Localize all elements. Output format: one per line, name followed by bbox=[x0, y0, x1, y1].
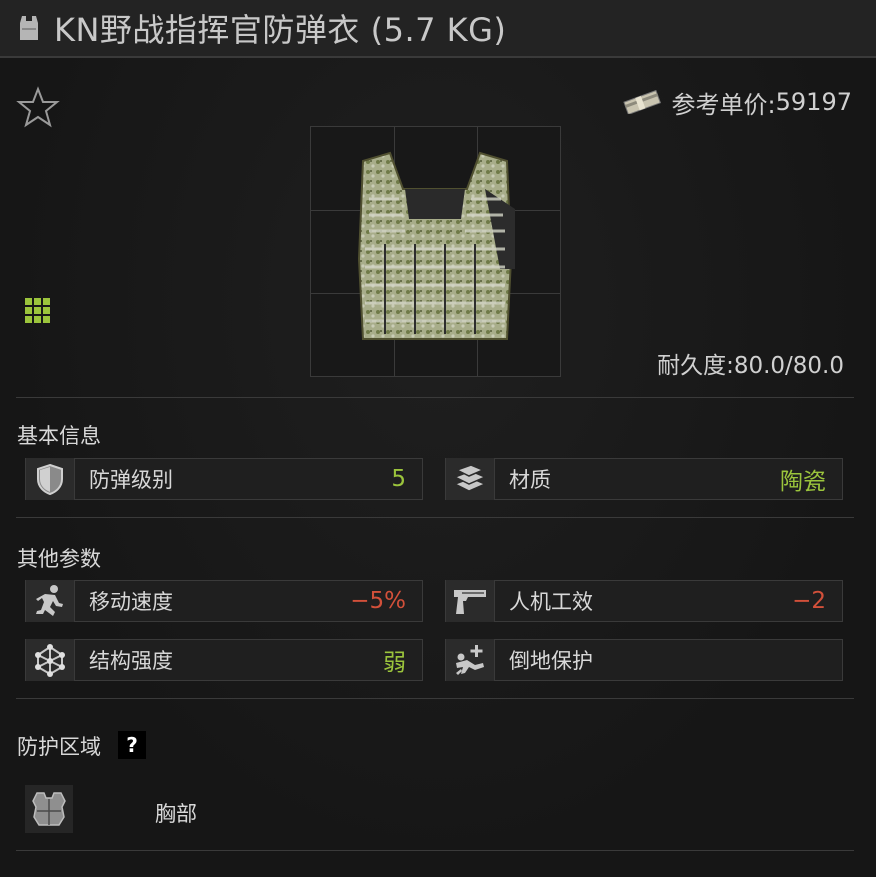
stat-fall-protection: 倒地保护 bbox=[445, 639, 843, 681]
divider bbox=[16, 517, 854, 518]
reference-price: 参考单价: 59197 bbox=[622, 86, 852, 119]
material-label: 材质 bbox=[509, 468, 551, 492]
item-title: KN野战指挥官防弹衣 (5.7 KG) bbox=[54, 11, 507, 49]
protection-zone-label: 胸部 bbox=[155, 802, 197, 826]
durability-label: 耐久度: bbox=[657, 353, 734, 379]
stat-ergonomics: 人机工效 −2 bbox=[445, 580, 843, 622]
stat-armor-class: 防弹级别 5 bbox=[25, 458, 423, 500]
ergonomics-value: −2 bbox=[792, 588, 826, 614]
other-params-title: 其他参数 bbox=[17, 547, 101, 571]
armor-vest-image bbox=[357, 151, 515, 340]
armor-class-label: 防弹级别 bbox=[89, 468, 173, 492]
stat-structure: 结构强度 弱 bbox=[25, 639, 423, 681]
durability: 耐久度:80.0/80.0 bbox=[657, 346, 844, 380]
divider bbox=[16, 850, 854, 851]
price-value: 59197 bbox=[775, 88, 852, 116]
stat-material: 材质 陶瓷 bbox=[445, 458, 843, 500]
pistol-icon bbox=[454, 590, 486, 614]
fall-protection-icon bbox=[456, 645, 484, 675]
structure-value: 弱 bbox=[383, 650, 406, 676]
armor-class-value: 5 bbox=[391, 466, 406, 492]
stat-move-speed: 移动速度 −5% bbox=[25, 580, 423, 622]
shield-icon bbox=[37, 463, 63, 495]
ergonomics-label: 人机工效 bbox=[509, 590, 593, 614]
molecule-icon bbox=[35, 644, 65, 677]
protection-zone-title: 防护区域 bbox=[17, 735, 101, 759]
divider bbox=[16, 397, 854, 398]
money-icon bbox=[622, 90, 661, 114]
structure-label: 结构强度 bbox=[89, 649, 173, 673]
material-value: 陶瓷 bbox=[780, 469, 826, 495]
vest-small-icon bbox=[20, 16, 38, 40]
price-label: 参考单价: bbox=[671, 90, 776, 119]
grid-icon bbox=[25, 298, 50, 323]
ceramic-plates-icon bbox=[453, 464, 487, 492]
help-icon[interactable]: ? bbox=[118, 731, 146, 759]
torso-armor-icon bbox=[32, 792, 66, 826]
star-icon[interactable] bbox=[16, 86, 60, 128]
title-bar: KN野战指挥官防弹衣 (5.7 KG) bbox=[0, 0, 876, 58]
running-man-icon bbox=[36, 585, 63, 616]
divider bbox=[16, 698, 854, 699]
move-speed-label: 移动速度 bbox=[89, 590, 173, 614]
item-inspect-panel: 参考单价: 59197 耐久度:80.0/80.0 基本信息 防弹级别 5 材质… bbox=[0, 58, 876, 877]
item-image-frame bbox=[310, 126, 561, 377]
basic-info-title: 基本信息 bbox=[17, 424, 101, 448]
protection-zone-icon-box bbox=[25, 785, 73, 833]
fall-protection-label: 倒地保护 bbox=[509, 649, 593, 673]
durability-value: 80.0/80.0 bbox=[733, 353, 844, 379]
move-speed-value: −5% bbox=[350, 588, 406, 614]
